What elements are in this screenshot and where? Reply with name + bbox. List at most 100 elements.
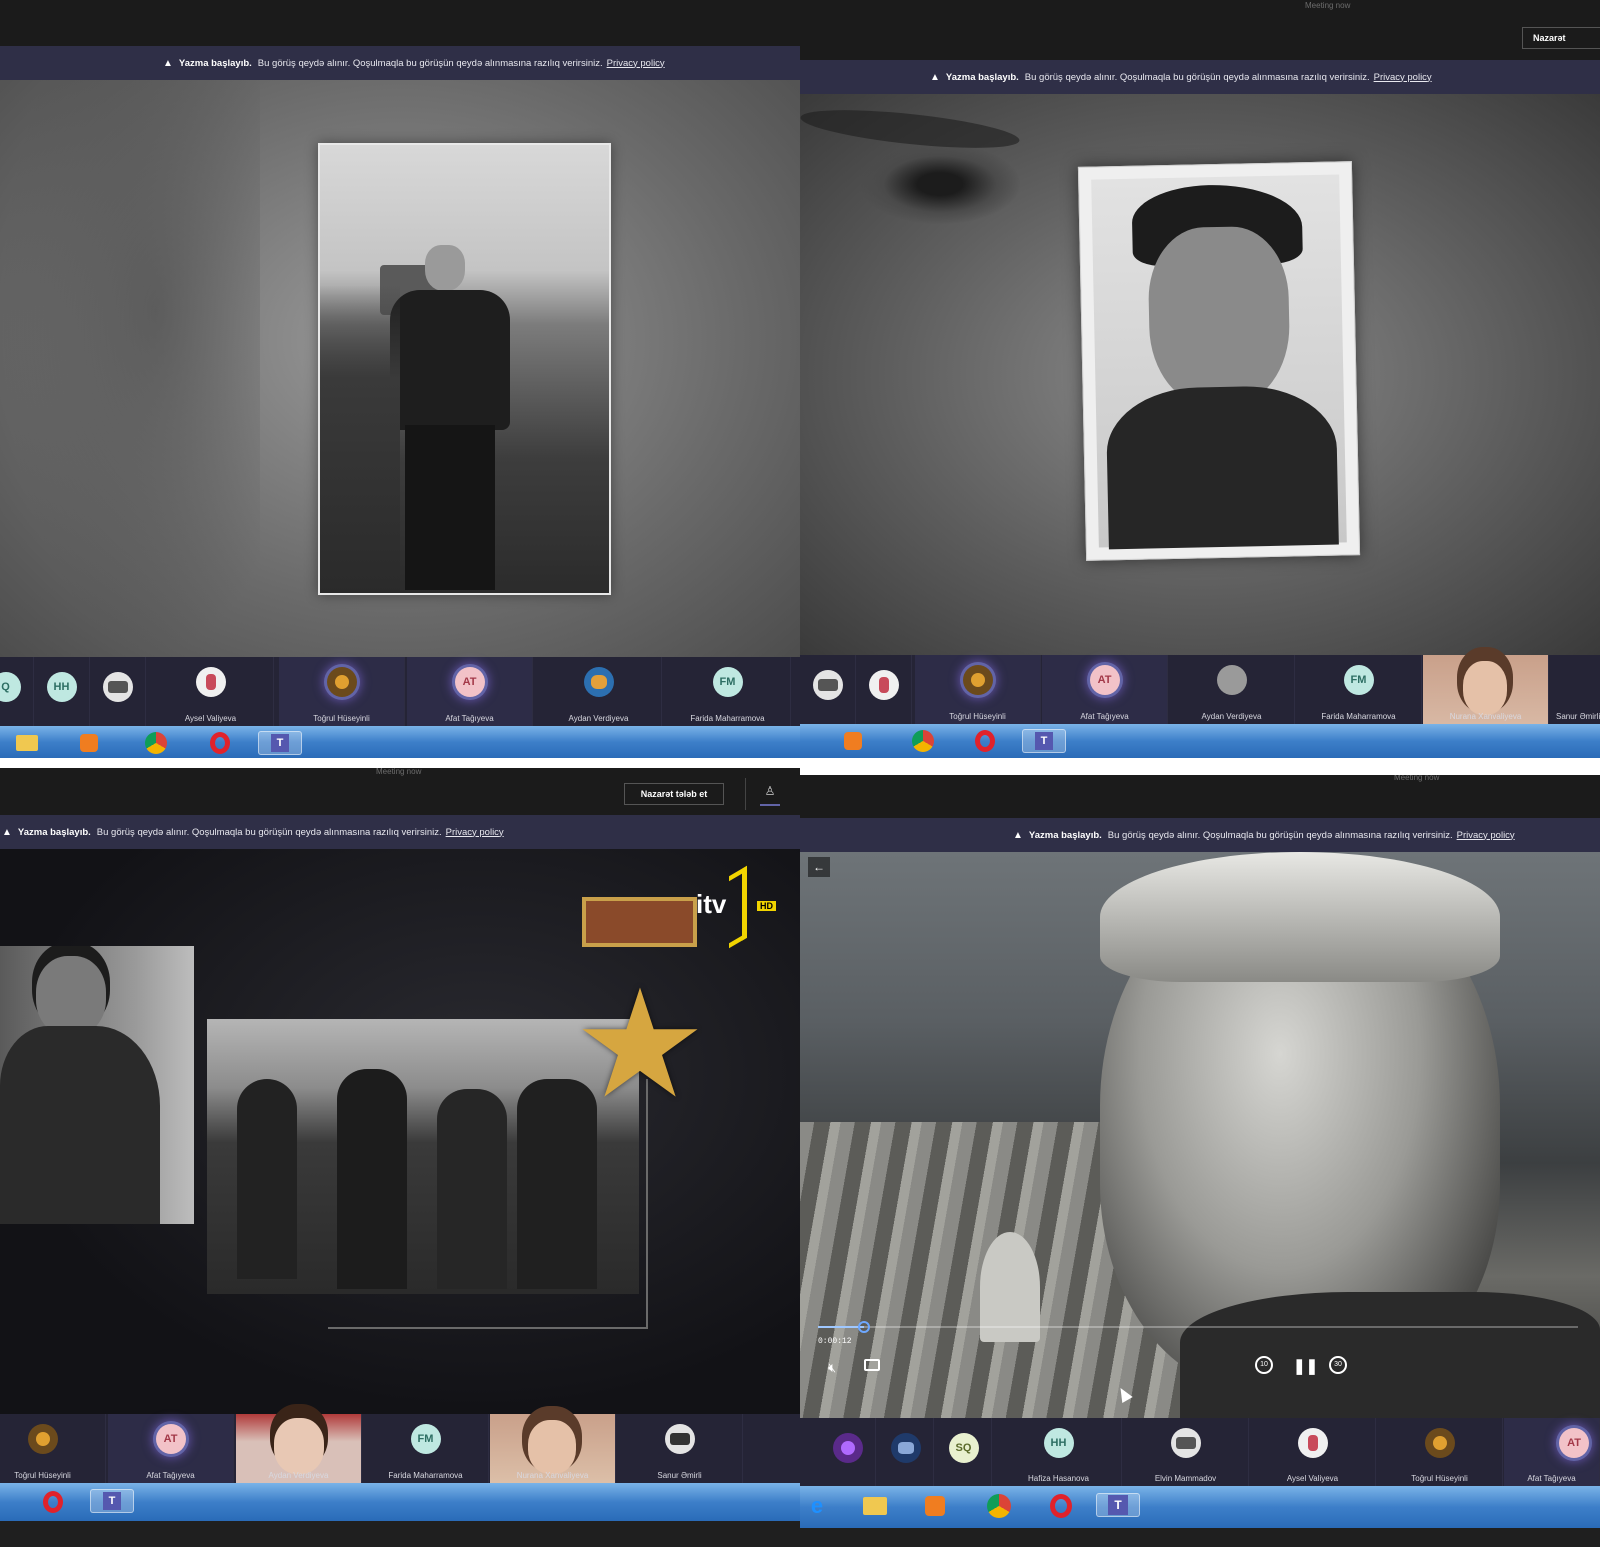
avatar [962, 665, 993, 695]
participant-tile[interactable]: Aysel Valiyeva [1250, 1418, 1376, 1486]
portrait-face [1147, 225, 1291, 409]
participant-name: Aysel Valiyeva [1286, 1474, 1339, 1483]
participant-tile[interactable]: AT Afat Tağıyeva [108, 1414, 234, 1483]
man-portrait-hair [1100, 852, 1500, 982]
soldier-coat [0, 1026, 160, 1224]
player-progress-thumb[interactable] [857, 1321, 870, 1333]
chrome-icon[interactable] [910, 729, 936, 753]
teams-icon[interactable]: T [90, 1489, 134, 1513]
portrait-photo [1077, 161, 1361, 561]
ie-icon[interactable]: e [804, 1493, 830, 1518]
participant-tile[interactable]: Sanur Əmirli [1550, 655, 1600, 724]
participant-tile[interactable]: Q [0, 657, 34, 726]
participant-name: Afat Tağıyeva [1080, 712, 1129, 721]
participant-tile-video[interactable]: Nurana Xanvaliyeva [1423, 655, 1549, 724]
soldier-figure [437, 1089, 507, 1289]
participant-tile[interactable]: Sanur Əmirli [617, 1414, 743, 1483]
participant-name: Toğrul Hüseyinli [14, 1471, 71, 1480]
background-figure [0, 80, 260, 657]
participant-tile[interactable] [856, 655, 912, 724]
mute-icon[interactable]: 🔇︎ [828, 1360, 836, 1376]
participant-tile[interactable]: Aydan Verdiyeva [1169, 655, 1295, 724]
rewind-icon[interactable]: 10 [1255, 1356, 1273, 1374]
teams-icon[interactable]: T [1022, 729, 1066, 753]
participant-name: Afat Tağıyeva [1527, 1474, 1576, 1483]
participant-tile[interactable]: HH [34, 657, 90, 726]
participant-tile[interactable]: Aydan Verdiyeva [536, 657, 662, 726]
soldier-figure [237, 1079, 297, 1279]
shared-video: ← 0:00:12 🔇︎ 10 ❚❚ 30 [800, 852, 1600, 1418]
soldier-portrait-photo [0, 946, 194, 1224]
opera-icon[interactable] [1048, 1494, 1074, 1518]
captions-icon[interactable] [864, 1359, 880, 1371]
request-control-button[interactable]: Nazarət [1522, 27, 1600, 49]
media-player-icon[interactable] [922, 1494, 948, 1518]
media-player-icon[interactable] [840, 729, 866, 753]
avatar: AT [155, 1424, 186, 1454]
privacy-link[interactable]: Privacy policy [1374, 72, 1432, 83]
participant-tile[interactable] [878, 1418, 934, 1486]
teams-icon[interactable]: T [258, 731, 302, 755]
recording-banner: ▲ Yazma başlayıb. Bu görüş qeydə alınır.… [0, 46, 800, 80]
media-player-icon[interactable] [76, 731, 102, 755]
banner-text: Bu görüş qeydə alınır. Qoşulmaqla bu gör… [1107, 829, 1453, 841]
participant-strip: SQ HH Hafiza Hasanova Elvin Mammadov Ays… [800, 1418, 1600, 1486]
portrait-inner [1091, 174, 1347, 550]
participant-tile[interactable]: Toğrul Hüseyinli [0, 1414, 106, 1483]
participant-tile[interactable]: AT Afat Tağıyeva [407, 657, 533, 726]
privacy-link[interactable]: Privacy policy [1457, 830, 1515, 841]
avatar: SQ [948, 1433, 979, 1463]
meeting-title: Meeting now [1305, 1, 1351, 10]
avatar [1216, 665, 1247, 695]
participant-tile[interactable]: AT Afat Tağıyeva [1504, 1418, 1600, 1486]
back-arrow-icon[interactable]: ← [808, 857, 830, 877]
participant-name: Farida Maharramova [1321, 712, 1396, 721]
chrome-icon[interactable] [986, 1494, 1012, 1518]
privacy-link[interactable]: Privacy policy [607, 58, 665, 69]
background-eye [860, 144, 1020, 224]
chrome-icon[interactable] [143, 731, 169, 755]
participant-tile[interactable]: SQ [936, 1418, 992, 1486]
participant-tile[interactable] [820, 1418, 876, 1486]
participant-name: Elvin Mammadov [1154, 1474, 1217, 1483]
participant-tile[interactable]: AT Afat Tağıyeva [1042, 655, 1168, 724]
participant-tile[interactable]: Toğrul Hüseyinli [915, 655, 1041, 724]
participant-name: Sanur Əmirli [657, 1471, 702, 1480]
participant-tile-video[interactable]: Aydan Verdiyeva [236, 1414, 362, 1483]
participant-tile[interactable]: Elvin Mammadov [1123, 1418, 1249, 1486]
participant-name: Toğrul Hüseyinli [949, 712, 1006, 721]
forward-icon[interactable]: 30 [1329, 1356, 1347, 1374]
participant-tile[interactable] [800, 655, 856, 724]
avatar: Q [0, 672, 21, 702]
participant-tile[interactable]: Toğrul Hüseyinli [279, 657, 405, 726]
participant-tile[interactable]: Toğrul Hüseyinli [1377, 1418, 1503, 1486]
participant-tile[interactable]: FM Farida Maharramova [665, 657, 791, 726]
grass [320, 285, 400, 593]
participant-tile[interactable]: HH Hafiza Hasanova [996, 1418, 1122, 1486]
people-icon[interactable]: ♙ [760, 784, 780, 806]
player-progress-fill [818, 1326, 864, 1328]
teams-icon[interactable]: T [1096, 1493, 1140, 1517]
avatar [195, 667, 226, 697]
privacy-link[interactable]: Privacy policy [446, 827, 504, 838]
participant-tile[interactable]: Aysel Valiyeva [148, 657, 274, 726]
pause-icon[interactable]: ❚❚ [1293, 1357, 1318, 1375]
windows-taskbar: T [0, 726, 800, 758]
participant-tile[interactable]: FM Farida Maharramova [1296, 655, 1422, 724]
meeting-header: Meeting now Nazarət [800, 0, 1600, 60]
opera-icon[interactable] [207, 731, 233, 755]
request-control-button[interactable]: Nazarət tələb et [624, 783, 724, 805]
man-portrait-jacket [1180, 1292, 1600, 1418]
folder-icon[interactable] [14, 731, 40, 755]
participant-name: Aydan Verdiyeva [568, 714, 629, 723]
participant-tile[interactable] [90, 657, 146, 726]
screenshot-top-left: ▲ Yazma başlayıb. Bu görüş qeydə alınır.… [0, 0, 800, 758]
avatar [102, 672, 133, 702]
player-progress-track[interactable] [818, 1321, 1578, 1333]
header-divider [745, 778, 746, 810]
folder-icon[interactable] [862, 1494, 888, 1518]
opera-icon[interactable] [40, 1490, 66, 1514]
opera-icon[interactable] [972, 729, 998, 753]
participant-tile-video[interactable]: Nurana Xanvaliyeva [490, 1414, 616, 1483]
participant-tile[interactable]: FM Farida Maharramova [363, 1414, 489, 1483]
